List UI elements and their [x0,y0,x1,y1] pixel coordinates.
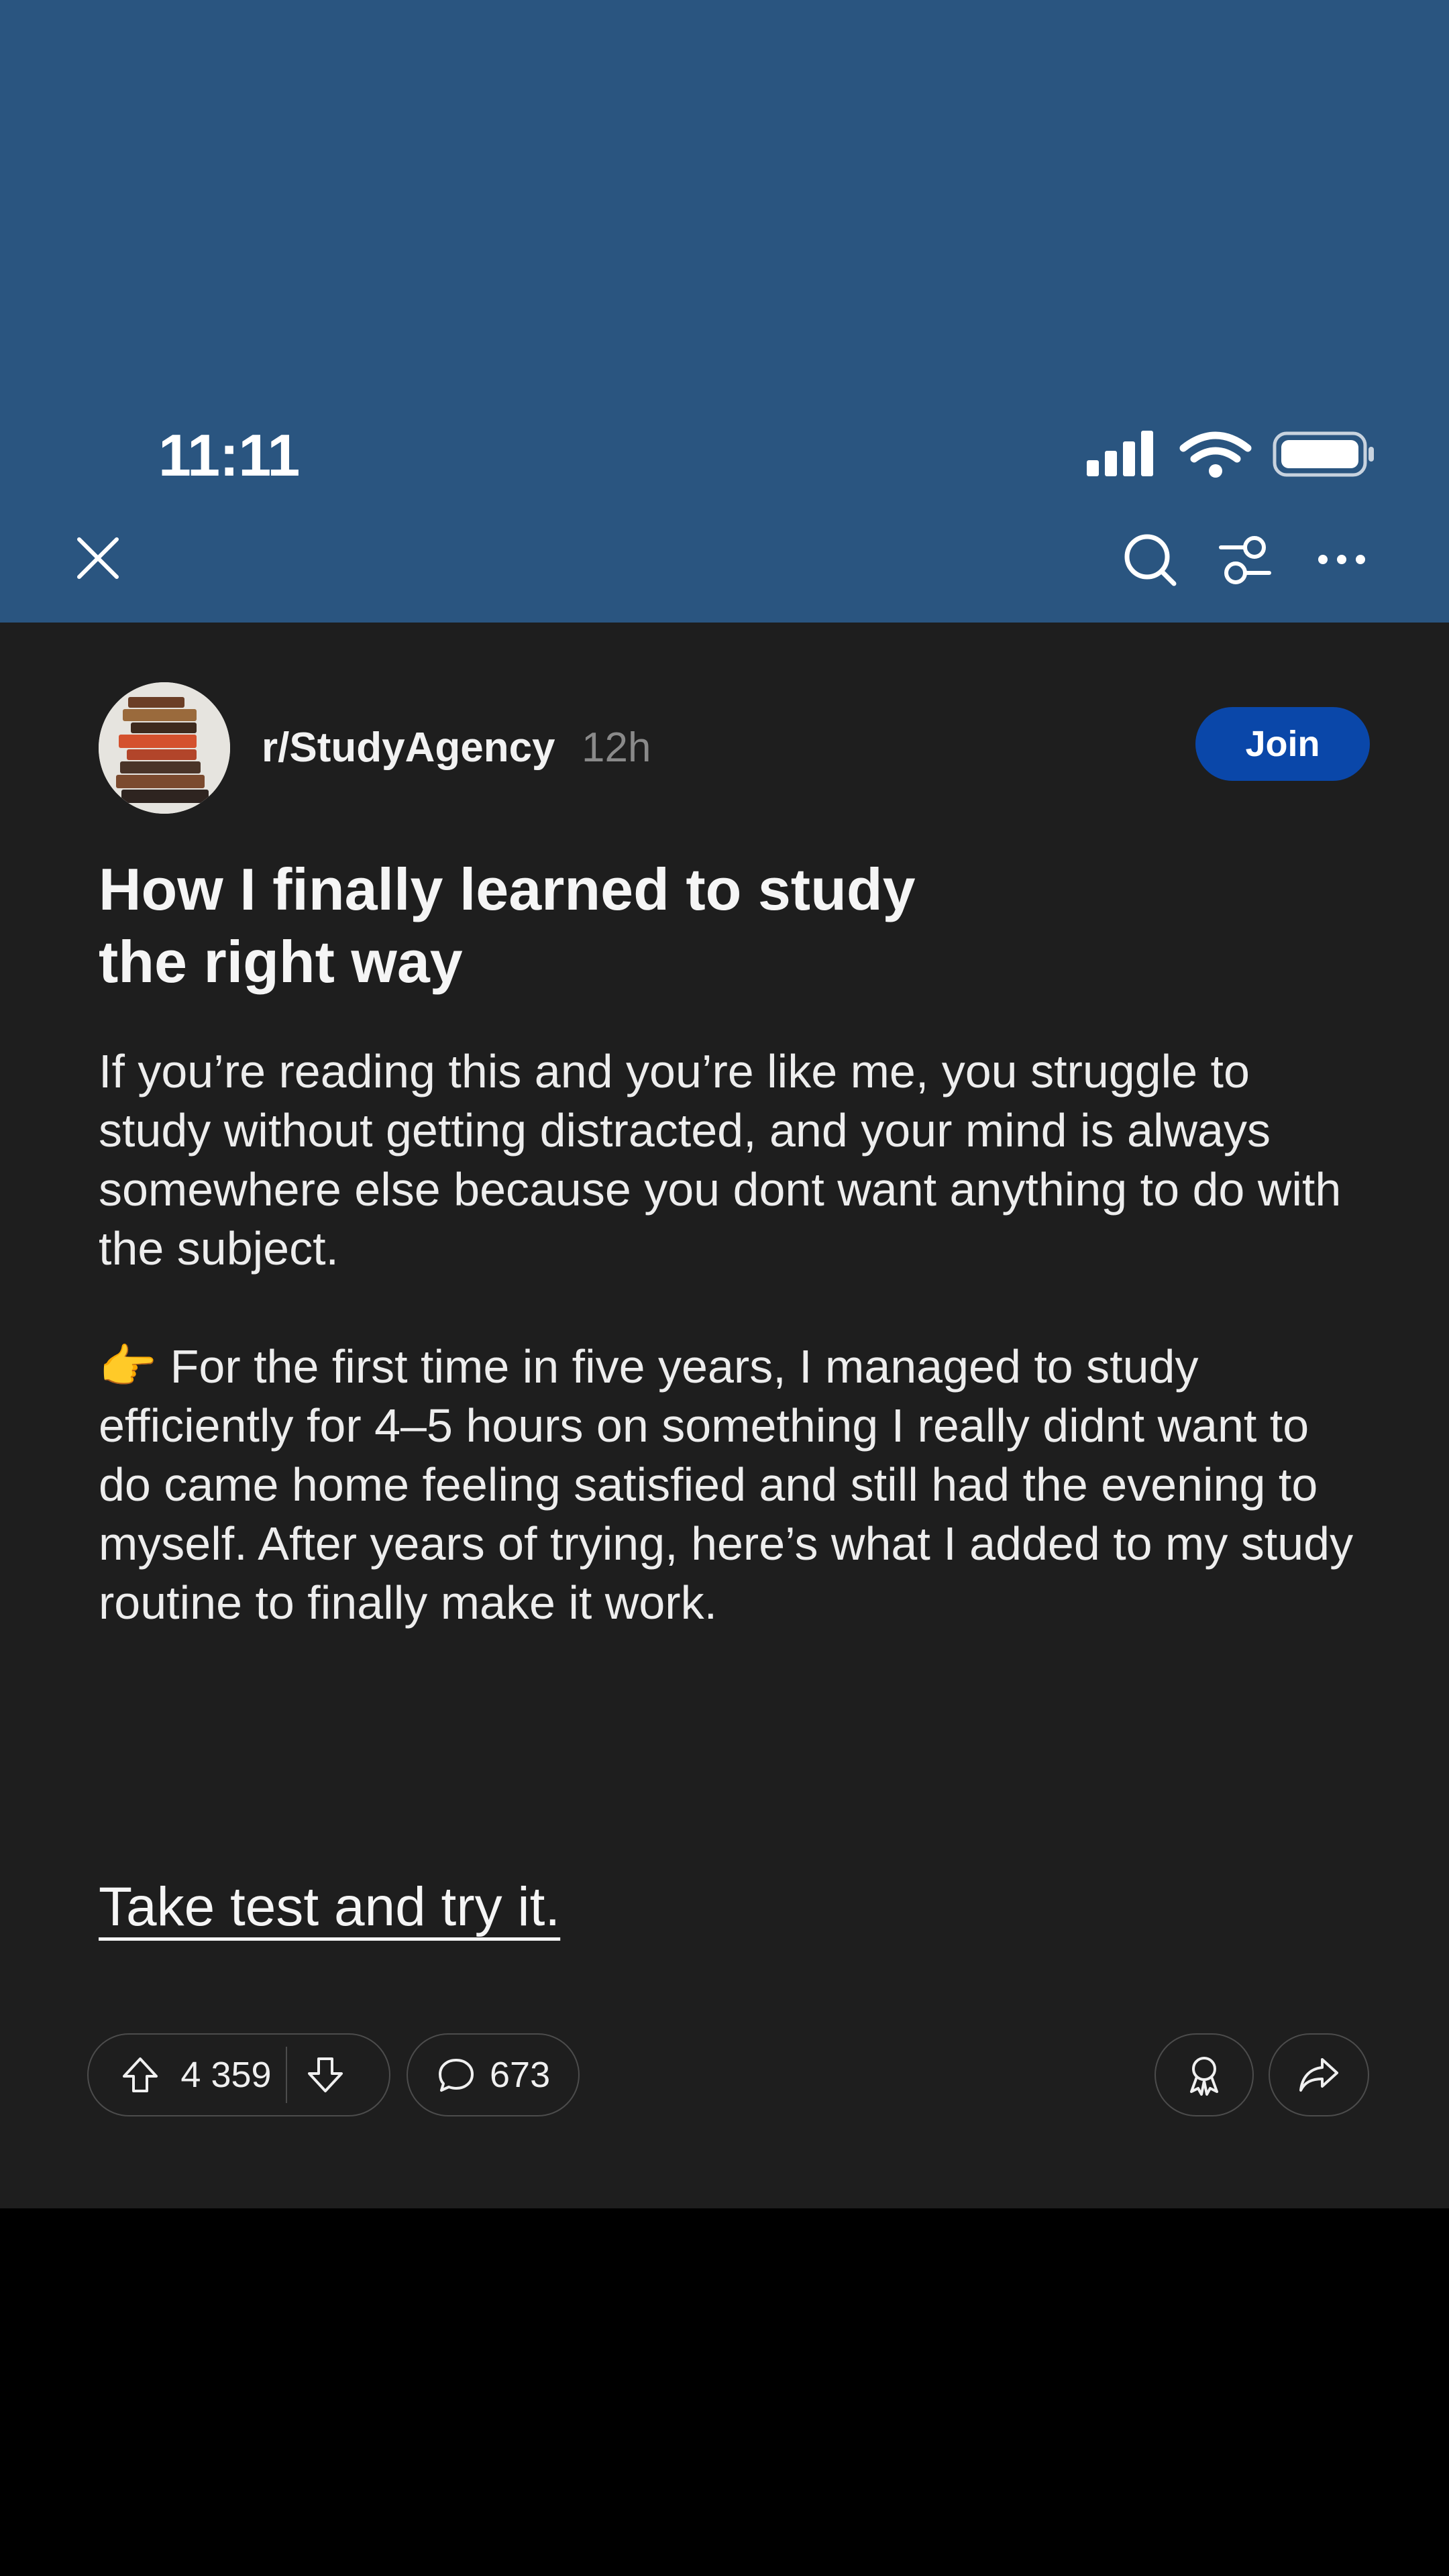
vote-divider [286,2047,287,2103]
share-icon [1299,2058,1338,2092]
books-icon [99,682,230,814]
vote-bar: 4 359 [87,2033,390,2116]
post-body-paragraph-2: 👉 For the first time in five years, I ma… [99,1337,1373,1632]
award-button[interactable] [1155,2033,1254,2116]
subreddit-name[interactable]: r/StudyAgency [262,724,555,771]
battery-icon [1273,431,1374,477]
wifi-dot [1209,464,1222,478]
comment-icon [439,2059,474,2092]
app-header: 11:11 [0,0,1449,623]
comment-count: 673 [490,2055,551,2095]
upvote-icon [123,2057,158,2092]
upvote-count: 4 359 [180,2055,272,2095]
more-button[interactable] [1315,545,1368,574]
more-icon [1318,555,1365,564]
close-button[interactable] [72,533,123,584]
wifi-icon [1179,431,1252,463]
cta-link[interactable]: Take test and try it. [99,1876,560,1939]
post-body-paragraph-1: If you’re reading this and you’re like m… [99,1045,1342,1275]
pointing-hand-emoji: 👉 [99,1340,158,1393]
subreddit-avatar[interactable] [99,682,230,814]
post-age: 12h [582,724,651,771]
status-icons [1087,431,1374,478]
upvote-button[interactable] [111,2055,169,2095]
comments-button[interactable]: 673 [407,2033,580,2116]
search-button[interactable] [1122,531,1178,588]
downvote-icon [308,2057,343,2092]
search-icon [1124,534,1177,586]
signal-icon [1087,431,1153,476]
downvote-button[interactable] [297,2055,354,2095]
post-body-paragraph-2-text: For the first time in five years, I mana… [99,1340,1354,1629]
status-time: 11:11 [158,422,300,488]
join-button[interactable]: Join [1195,707,1370,781]
post-body: If you’re reading this and you’re like m… [99,1042,1373,1632]
award-icon [1190,2057,1218,2096]
close-icon [77,537,119,579]
bottom-area [0,2208,1449,2576]
filter-icon [1219,536,1271,584]
filter-button[interactable] [1217,531,1273,588]
share-button[interactable] [1269,2033,1369,2116]
post-title: How I finally learned to study the right… [99,856,916,995]
